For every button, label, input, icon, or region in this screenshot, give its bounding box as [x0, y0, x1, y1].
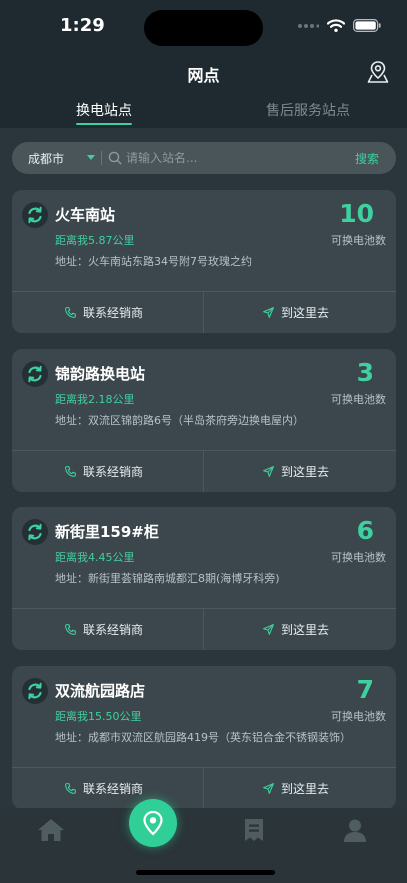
battery-swap-icon	[22, 519, 48, 545]
navigate-button[interactable]: 到这里去	[262, 291, 329, 333]
contact-dealer-label: 联系经销商	[83, 622, 144, 637]
station-distance: 距离我2.18公里	[55, 393, 135, 406]
battery-count-label: 可换电池数	[331, 710, 386, 723]
profile-icon[interactable]	[343, 818, 367, 842]
station-distance: 距离我15.50公里	[55, 710, 142, 723]
navigate-label: 到这里去	[281, 622, 330, 637]
wifi-icon	[327, 19, 345, 32]
navigation-arrow-icon	[263, 623, 274, 635]
battery-count-label: 可换电池数	[331, 234, 386, 247]
station-distance: 距离我5.87公里	[55, 234, 135, 247]
navigate-label: 到这里去	[281, 781, 330, 796]
battery-icon	[353, 19, 381, 32]
card-vdivider	[203, 608, 204, 650]
navigate-label: 到这里去	[281, 464, 330, 479]
navigate-button[interactable]: 到这里去	[262, 608, 329, 650]
station-address: 地址：火车南站东路34号附7号玫瑰之约	[55, 255, 252, 268]
status-icons	[297, 19, 381, 32]
contact-dealer-button[interactable]: 联系经销商	[64, 767, 143, 809]
station-name: 新街里159#柜	[55, 523, 159, 541]
contact-dealer-label: 联系经销商	[83, 305, 144, 320]
home-indicator	[136, 870, 275, 875]
contact-dealer-button[interactable]: 联系经销商	[64, 450, 143, 492]
tab-swap-stations[interactable]: 换电站点	[76, 100, 132, 120]
battery-count: 6	[356, 516, 374, 545]
search-bar: 成都市 搜索	[12, 142, 396, 174]
phone-icon	[65, 306, 76, 318]
navigate-label: 到这里去	[281, 305, 330, 320]
search-button[interactable]: 搜索	[355, 150, 379, 167]
navigation-arrow-icon	[263, 782, 274, 794]
station-type-tabs: 换电站点 售后服务站点	[0, 96, 407, 128]
card-vdivider	[203, 767, 204, 809]
orders-icon[interactable]	[243, 818, 265, 842]
battery-swap-icon	[22, 361, 48, 387]
search-divider	[101, 151, 102, 165]
battery-count: 10	[339, 199, 374, 228]
active-tab-indicator	[76, 123, 132, 125]
station-card[interactable]: 锦韵路换电站 距离我2.18公里 地址：双流区锦韵路6号（半岛茶府旁边换电屋内）…	[12, 349, 396, 492]
card-vdivider	[203, 291, 204, 333]
contact-dealer-label: 联系经销商	[83, 464, 144, 479]
phone-icon	[65, 623, 76, 635]
page-title: 网点	[187, 66, 220, 85]
search-input[interactable]	[126, 149, 326, 167]
battery-swap-icon	[22, 202, 48, 228]
station-card[interactable]: 火车南站 距离我5.87公里 地址：火车南站东路34号附7号玫瑰之约 10 可换…	[12, 190, 396, 333]
station-card[interactable]: 双流航园路店 距离我15.50公里 地址：成都市双流区航园路419号（英东铝合金…	[12, 666, 396, 809]
status-bar: 1:29	[0, 0, 407, 54]
battery-count: 7	[356, 675, 374, 704]
location-pin-icon	[143, 810, 163, 836]
station-address: 地址：成都市双流区航园路419号（英东铝合金不锈钢装饰）	[55, 731, 351, 744]
battery-count: 3	[356, 358, 374, 387]
contact-dealer-button[interactable]: 联系经销商	[64, 291, 143, 333]
location-tab-button[interactable]	[129, 799, 177, 847]
phone-icon	[65, 782, 76, 794]
phone-icon	[65, 465, 76, 477]
caret-down-icon[interactable]	[87, 155, 95, 160]
battery-swap-icon	[22, 678, 48, 704]
tab-service-stations[interactable]: 售后服务站点	[266, 100, 350, 120]
city-selector[interactable]: 成都市	[28, 150, 64, 167]
contact-dealer-button[interactable]: 联系经销商	[64, 608, 143, 650]
station-card[interactable]: 新街里159#柜 距离我4.45公里 地址：新街里荟锦路南城都汇8期(海博牙科旁…	[12, 507, 396, 650]
map-location-icon[interactable]	[367, 60, 389, 84]
status-time: 1:29	[60, 15, 105, 36]
station-address: 地址：新街里荟锦路南城都汇8期(海博牙科旁)	[55, 572, 280, 585]
station-name: 火车南站	[55, 206, 116, 224]
home-icon[interactable]	[37, 818, 65, 842]
battery-count-label: 可换电池数	[331, 551, 386, 564]
contact-dealer-label: 联系经销商	[83, 781, 144, 796]
navigation-arrow-icon	[263, 306, 274, 318]
card-vdivider	[203, 450, 204, 492]
dynamic-island	[144, 10, 263, 46]
navigate-button[interactable]: 到这里去	[262, 767, 329, 809]
station-name: 双流航园路店	[55, 682, 146, 700]
station-address: 地址：双流区锦韵路6号（半岛茶府旁边换电屋内）	[55, 414, 304, 427]
station-name: 锦韵路换电站	[55, 365, 146, 383]
station-distance: 距离我4.45公里	[55, 551, 135, 564]
navigation-arrow-icon	[263, 465, 274, 477]
battery-count-label: 可换电池数	[331, 393, 386, 406]
search-icon	[108, 151, 122, 165]
navigate-button[interactable]: 到这里去	[262, 450, 329, 492]
signal-icon	[298, 23, 319, 28]
